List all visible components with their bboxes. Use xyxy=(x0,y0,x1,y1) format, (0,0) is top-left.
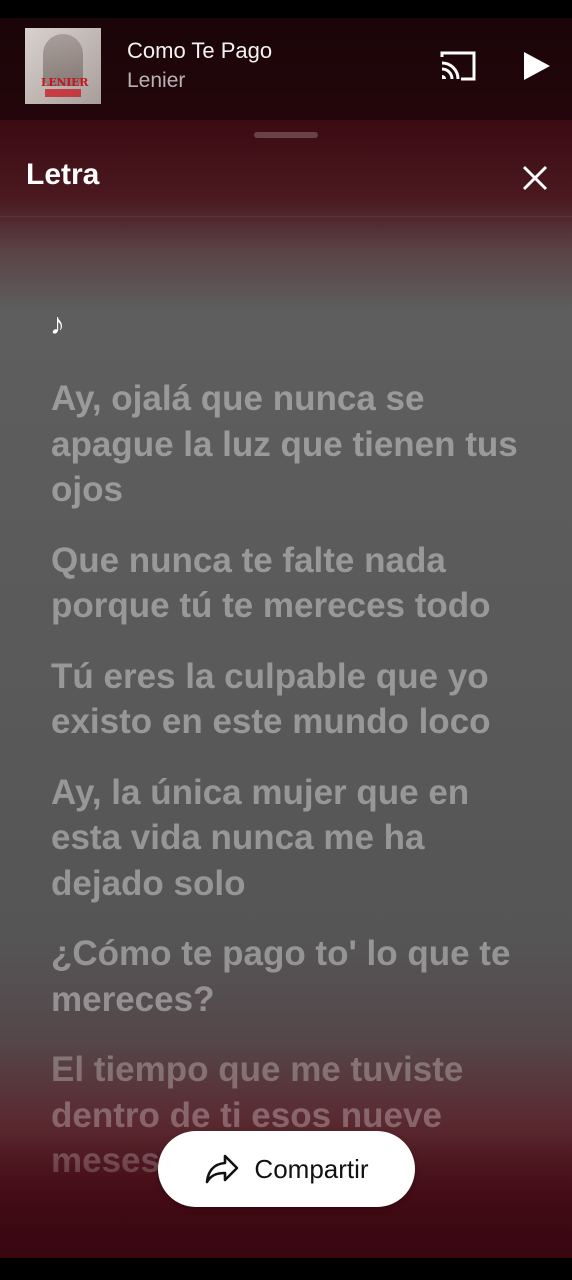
lyric-line[interactable]: Que nunca te falte nada porque tú te mer… xyxy=(51,538,531,629)
cast-icon[interactable] xyxy=(439,49,477,83)
lyric-line[interactable]: Ay, la única mujer que en esta vida nunc… xyxy=(51,770,531,907)
lyric-line[interactable]: ¿Cómo te pago to' lo que te mereces? xyxy=(51,931,531,1022)
lyrics-list: Ay, ojalá que nunca se apague la luz que… xyxy=(51,376,531,1209)
lyrics-title: Letra xyxy=(26,158,100,191)
play-icon[interactable] xyxy=(520,50,552,82)
lyrics-sheet: Letra ♪ Ay, ojalá que nunca se apague la… xyxy=(0,120,572,1260)
album-art[interactable]: LENIER xyxy=(25,28,101,104)
music-note-icon: ♪ xyxy=(50,308,65,341)
album-art-stripe xyxy=(45,89,81,97)
close-icon[interactable] xyxy=(520,163,550,193)
share-icon xyxy=(206,1154,239,1184)
lyric-line[interactable]: Tú eres la culpable que yo existo en est… xyxy=(51,654,531,745)
drag-handle[interactable] xyxy=(254,132,318,138)
mini-player[interactable]: LENIER Como Te Pago Lenier xyxy=(0,18,572,120)
lyric-line[interactable]: Ay, ojalá que nunca se apague la luz que… xyxy=(51,376,531,513)
header-divider xyxy=(0,216,572,217)
navigation-bar xyxy=(0,1258,572,1280)
track-artist: Lenier xyxy=(127,69,186,92)
album-art-text: LENIER xyxy=(41,76,89,89)
share-label: Compartir xyxy=(254,1153,369,1184)
share-button[interactable]: Compartir xyxy=(158,1131,415,1207)
status-bar xyxy=(0,0,572,18)
track-title: Como Te Pago xyxy=(127,38,273,63)
